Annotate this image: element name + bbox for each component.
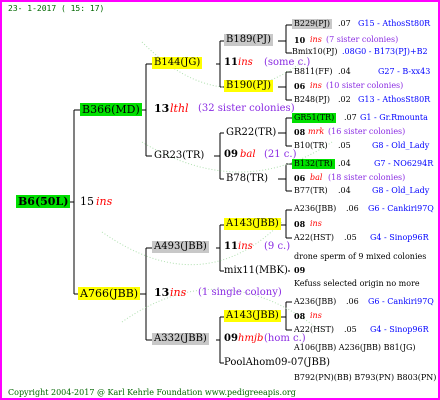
gen1-bot-sisters: (1 single colony) [198,287,282,298]
root-year: 15 [80,195,94,208]
gen4-r19-value: .06 [346,297,359,306]
gen4-r10-location: G7 - NO6294R [374,159,434,168]
gen2-b-queen[interactable]: GR23(TR) [154,151,204,161]
gen4-r2-sisters: (7 sister colonies) [326,35,399,44]
gen3-a2-queen[interactable]: B190(PJ) [224,80,273,92]
root-queen[interactable]: B6(50L) [16,195,71,208]
gen4-r9-queen[interactable]: B10(TR) [294,142,328,150]
gen3-a1-queen[interactable]: B189(PJ) [224,34,273,46]
gen1-top-queen[interactable]: B366(MD) [80,103,142,116]
gen2-d-queen[interactable]: A332(JBB) [152,333,209,345]
gen4-r16-text: drone sperm of 9 mixed colonies [294,252,427,261]
gen4-r21-value: .05 [344,325,357,334]
gen4-r12-value: .04 [338,186,351,195]
gen4-r11-mating: bal [310,173,323,182]
gen4-r21-queen[interactable]: A22(HST) [294,326,334,334]
gen4-r4-location: G27 - B-xx43 [378,67,431,76]
gen4-r14-year: 08 [294,219,306,229]
gen4-r13-queen[interactable]: A236(JBB) [294,205,336,213]
gen3-b1-queen[interactable]: GR22(TR) [226,128,276,138]
gen4-r4-value: .04 [338,67,351,76]
gen4-r3-value: .08G0 - B173(PJ)+B2 [342,47,428,56]
gen2-d-year: 09 [224,333,238,344]
gen2-a-queen[interactable]: B144(JG) [152,57,203,69]
gen4-r5-mating: ins [310,81,322,90]
gen4-r22-text: A106(JBB) A236(JBB) B81(JG) [294,343,416,352]
gen3-d1-queen[interactable]: A143(JBB) [224,310,281,322]
gen4-r5-year: 06 [294,81,306,91]
gen2-b-year: 09 [224,149,238,160]
gen4-r4-queen[interactable]: B811(FF) [294,68,333,76]
gen3-d2-queen[interactable]: PoolAhom09-07(JBB) [224,358,330,368]
gen4-r1-value: .07 [338,19,351,28]
gen4-r12-queen[interactable]: B77(TR) [294,187,328,195]
gen4-r8-sisters: (16 sister colonies) [328,127,406,136]
gen2-a-mating: ins [238,57,253,68]
gen2-d-mating: hmjb [238,333,264,344]
gen4-r6-value: .02 [338,95,351,104]
gen4-r2-mating: ins [310,35,322,44]
gen3-c1-queen[interactable]: A143(JBB) [224,218,281,230]
gen4-r12-location: G8 - Old_Lady [372,186,430,195]
gen4-r20-year: 08 [294,311,306,321]
gen4-r2-year: 10 [294,35,306,45]
gen4-r7-location: G1 - Gr.Rmounta [360,113,428,122]
gen2-b-mating: bal [240,149,256,160]
gen4-r19-location: G6 - Cankiri97Q [368,297,434,306]
gen4-r9-value: .05 [338,141,351,150]
gen4-r13-value: .06 [346,204,359,213]
gen4-r15-value: .05 [344,233,357,242]
gen4-r17-year: 09 [294,265,306,275]
gen3-b2-queen[interactable]: B78(TR) [226,174,268,184]
gen1-bot-year: 13 [154,286,170,299]
gen4-r13-location: G6 - Cankiri97Q [368,204,434,213]
gen4-r21-location: G4 - Sinop96R [370,325,429,334]
gen4-r23-text: B792(PN)(BB) B793(PN) B803(PN) [294,373,437,382]
gen4-r20-mating: ins [310,311,322,320]
gen4-r1-queen[interactable]: B229(PJ) [292,19,332,29]
gen4-r10-value: .04 [338,159,351,168]
footer-copyright: Copyright 2004-2017 @ Karl Kehrle Founda… [8,388,296,397]
gen2-c-mating: ins [238,241,253,252]
gen4-r8-mating: mrk [308,127,325,136]
gen1-bot-mating: ins [170,286,187,299]
gen2-c-queen[interactable]: A493(JBB) [152,241,209,253]
gen4-r5-sisters: (10 sister colonies) [326,81,404,90]
gen4-r6-location: G13 - AthosSt80R [358,95,431,104]
gen1-bot-queen[interactable]: A766(JBB) [78,287,141,300]
gen4-r7-queen[interactable]: GR51(TR) [292,113,337,123]
gen1-top-mating: lthl [170,102,189,115]
gen2-a-year: 11 [224,57,238,68]
gen4-r11-year: 06 [294,173,306,183]
gen4-r8-year: 08 [294,127,306,137]
gen4-r15-queen[interactable]: A22(HST) [294,234,334,242]
gen4-r10-queen[interactable]: B132(TR) [292,159,335,169]
gen4-r6-queen[interactable]: B248(PJ) [294,96,330,104]
pedigree-frame: { "header_date": "23- 1-2017 ( 15: 17)",… [0,0,440,400]
gen4-r7-value: .07 [344,113,357,122]
gen4-r1-location: G15 - AthosSt80R [358,19,431,28]
gen1-top-sisters: (32 sister colonies) [198,103,295,114]
gen1-top-year: 13 [154,102,170,115]
gen2-c-sisters: (9 c.) [264,241,291,252]
gen3-c2-queen[interactable]: mix11(MBK) [224,266,288,276]
root-inseminated: ins [96,195,113,208]
gen2-c-year: 11 [224,241,238,252]
gen4-r19-queen[interactable]: A236(JBB) [294,298,336,306]
header-date: 23- 1-2017 ( 15: 17) [8,4,105,13]
gen4-r3-queen[interactable]: Bmix10(PJ) [292,48,338,56]
gen4-r15-location: G4 - Sinop96R [370,233,429,242]
gen4-r11-sisters: (18 sister colonies) [328,173,406,182]
gen4-r9-location: G8 - Old_Lady [372,141,430,150]
gen4-r18-text: Kefuss selected origin no more [294,279,420,288]
gen4-r14-mating: ins [310,219,322,228]
